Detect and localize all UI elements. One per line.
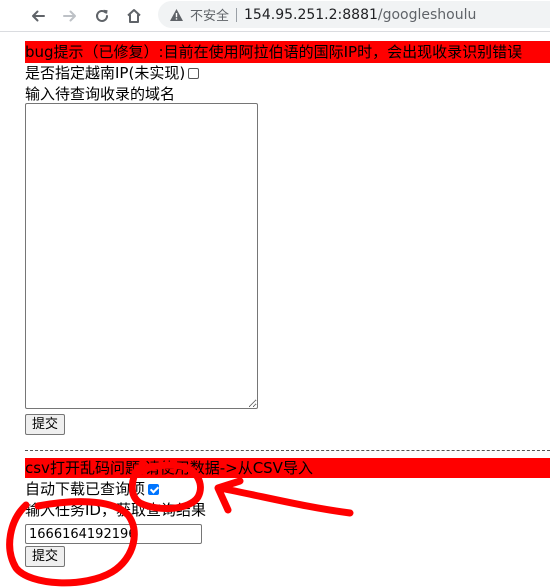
- submit-task-button[interactable]: 提交: [25, 546, 66, 567]
- auto-download-checkbox[interactable]: [148, 484, 160, 495]
- home-icon[interactable]: [122, 4, 146, 28]
- task-id-label: 输入任务ID，获取查询结果: [25, 501, 206, 519]
- task-id-input[interactable]: [25, 524, 202, 544]
- auto-download-label: 自动下载已查询项: [25, 480, 146, 498]
- browser-toolbar: 不安全 154.95.251.2:8881/googleshoulu: [0, 0, 550, 32]
- vietnam-ip-label: 是否指定越南IP(未实现): [25, 64, 186, 82]
- url-path: /googleshoulu: [377, 6, 477, 23]
- arrow-left-icon[interactable]: [26, 4, 50, 28]
- reload-icon[interactable]: [90, 4, 114, 28]
- url-host: 154.95.251.2:8881: [244, 6, 378, 23]
- csv-notice-banner: csv打开乱码问题,请使用数据->从CSV导入: [25, 458, 550, 478]
- address-separator: [236, 7, 238, 22]
- bug-notice-banner: bug提示（已修复）:目前在使用阿拉伯语的国际IP时，会出现收录识别错误: [25, 41, 550, 63]
- page-content: bug提示（已修复）:目前在使用阿拉伯语的国际IP时，会出现收录识别错误 是否指…: [0, 32, 550, 588]
- auto-download-row: 自动下载已查询项: [25, 479, 160, 499]
- vietnam-ip-checkbox[interactable]: [188, 68, 200, 79]
- section-divider: [25, 450, 550, 451]
- address-bar[interactable]: 不安全 154.95.251.2:8881/googleshoulu: [158, 1, 550, 28]
- arrow-right-icon[interactable]: [58, 4, 82, 28]
- security-label[interactable]: 不安全: [190, 5, 229, 24]
- vietnam-ip-row: 是否指定越南IP(未实现): [25, 63, 200, 83]
- domains-textarea[interactable]: [25, 103, 258, 409]
- warning-triangle-icon[interactable]: [168, 7, 184, 23]
- domains-label: 输入待查询收录的域名: [25, 85, 176, 103]
- submit-domains-button[interactable]: 提交: [25, 414, 66, 435]
